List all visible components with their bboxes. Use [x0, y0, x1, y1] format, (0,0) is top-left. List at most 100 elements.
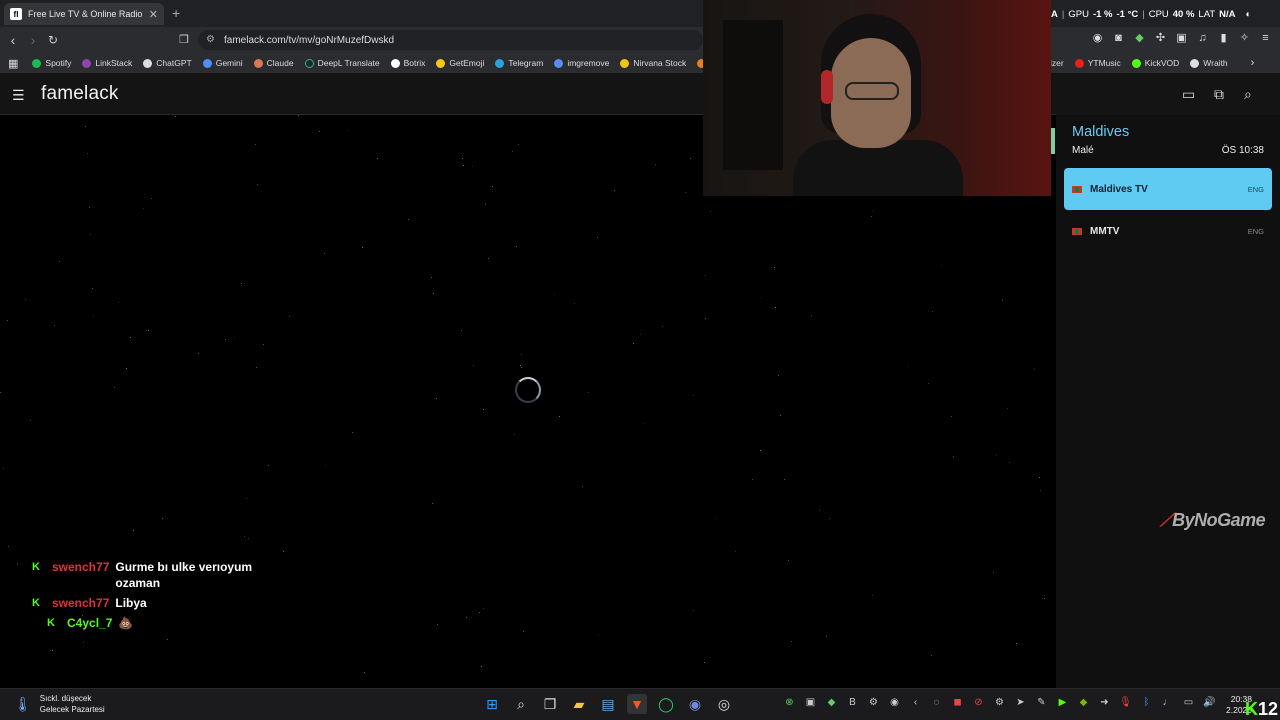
channel-item-maldives-tv[interactable]: Maldives TV ENG	[1064, 168, 1272, 210]
weather-line-2: Gelecek Pazartesi	[39, 705, 105, 714]
star	[492, 186, 493, 187]
tray-circle-icon[interactable]: ◌	[930, 697, 943, 708]
star	[92, 288, 93, 289]
music-icon[interactable]: ♫	[1196, 32, 1209, 45]
profile-icon[interactable]: ◐	[1246, 9, 1252, 20]
network-icon[interactable]: ▭	[1182, 697, 1195, 708]
tab-search-icon[interactable]: ▣	[1175, 32, 1188, 45]
star	[710, 211, 711, 212]
star	[364, 672, 365, 673]
forward-arrow-icon[interactable]: ›	[24, 31, 42, 49]
bookmark-item[interactable]: ChatGPT	[143, 58, 192, 68]
steam-icon[interactable]: ⚙	[993, 697, 1006, 708]
menu-icon[interactable]: ≡	[1259, 32, 1272, 45]
browser-tab[interactable]: fl Free Live TV & Online Radio ✕	[4, 3, 164, 25]
star	[461, 330, 462, 331]
headphones	[821, 70, 833, 104]
telegram-tray-icon[interactable]: ➤	[1014, 697, 1027, 708]
leaf-extension-icon[interactable]: ◆	[1133, 32, 1146, 45]
site-info-icon[interactable]: ⚙	[206, 34, 215, 45]
bookmark-item[interactable]: Telegram	[495, 58, 543, 68]
close-tab-icon[interactable]: ✕	[149, 8, 158, 21]
bookmark-item[interactable]: Spotify	[32, 58, 71, 68]
star	[559, 416, 560, 417]
star	[319, 131, 320, 132]
bookmark-item[interactable]: Nirvana Stock	[620, 58, 686, 68]
store-icon[interactable]: ▤	[598, 694, 618, 714]
bookmark-item[interactable]: imgremove	[554, 58, 609, 68]
leaf-icon[interactable]: ◆	[825, 697, 838, 708]
tray-app-icon[interactable]: ▣	[804, 697, 817, 708]
star	[263, 344, 264, 345]
star	[433, 293, 434, 294]
star	[481, 666, 482, 667]
bookmark-item[interactable]: Gemini	[202, 58, 243, 68]
bookmark-item[interactable]: YTMusic	[1074, 58, 1121, 68]
mic-icon[interactable]: ♩	[1161, 697, 1174, 708]
webcam-background-shelf	[723, 20, 783, 170]
sidebar-icon[interactable]: ▮	[1217, 32, 1230, 45]
camera-icon[interactable]: ◙	[1112, 32, 1125, 45]
hamburger-menu-icon[interactable]: ☰	[12, 87, 25, 104]
channel-item-mmtv[interactable]: MMTV ENG	[1064, 210, 1272, 252]
task-view-icon[interactable]: ❐	[540, 694, 560, 714]
search-icon[interactable]: ⌕	[1244, 86, 1252, 103]
bookmark-item[interactable]: Claude	[253, 58, 294, 68]
pen-icon[interactable]: ✎	[1035, 697, 1048, 708]
new-tab-button[interactable]: +	[172, 5, 180, 21]
tray-expand-icon[interactable]: ➜	[1098, 697, 1111, 708]
star	[268, 465, 269, 466]
start-icon[interactable]: ⊞	[482, 694, 502, 714]
star	[704, 662, 705, 663]
star	[432, 503, 433, 504]
leo-ai-icon[interactable]: ✧	[1238, 32, 1251, 45]
microphone-icon[interactable]: 🎙	[1119, 697, 1132, 708]
discord-tray-icon[interactable]: ◉	[888, 697, 901, 708]
tray-b-icon[interactable]: B	[846, 697, 859, 708]
bookmark-icon[interactable]: ❐	[175, 31, 193, 49]
search-icon[interactable]: ⌕	[511, 694, 531, 714]
star	[462, 158, 463, 159]
star	[325, 465, 326, 466]
star	[0, 392, 1, 393]
discord-icon[interactable]: ◉	[685, 694, 705, 714]
bookmark-item[interactable]: izer	[1050, 58, 1064, 68]
tray-gear-icon[interactable]: ⚙	[867, 697, 880, 708]
play-icon[interactable]: ▶	[1056, 697, 1069, 708]
bluetooth-icon[interactable]: ᛒ	[1140, 697, 1153, 708]
bookmark-item[interactable]: GetEmoji	[436, 58, 484, 68]
star	[574, 303, 575, 304]
back-arrow-icon[interactable]: ‹	[4, 31, 22, 49]
volume-icon[interactable]: 🔊	[1203, 697, 1216, 708]
famelack-logo[interactable]: famelack	[41, 83, 119, 105]
bookmark-item[interactable]: DeepL Translate	[304, 58, 380, 68]
bookmark-item[interactable]: LinkStack	[82, 58, 132, 68]
reload-icon[interactable]: ↻	[44, 31, 62, 49]
bookmark-item[interactable]: KickVOD	[1131, 58, 1179, 68]
channel-name: MMTV	[1090, 225, 1120, 237]
nvidia-icon[interactable]: ◆	[1077, 697, 1090, 708]
address-bar[interactable]: ⚙ famelack.com/tv/mv/goNrMuzefDwskd	[198, 30, 703, 50]
tray-red-icon[interactable]: ◼	[951, 697, 964, 708]
devices-icon[interactable]: ⧉	[1214, 86, 1224, 103]
star	[118, 302, 119, 303]
weather-widget[interactable]: 🌡 Sıckl. düşecek Gelecek Pazartesi	[14, 693, 105, 715]
kickvod-icon	[1131, 58, 1141, 68]
brave-shield-icon[interactable]: ◉	[1091, 32, 1104, 45]
bookmark-item[interactable]: Botrix	[390, 58, 425, 68]
bookmarks-overflow-icon[interactable]: ›	[1251, 57, 1255, 69]
whatsapp-icon[interactable]: ◯	[656, 694, 676, 714]
star	[225, 339, 226, 340]
tv-icon[interactable]: ▭	[1182, 86, 1195, 103]
star	[811, 315, 812, 316]
brave-icon[interactable]: ▼	[627, 694, 647, 714]
star	[655, 164, 656, 165]
bookmark-item[interactable]: Wraith	[1190, 58, 1228, 68]
puzzle-icon[interactable]: ✣	[1154, 32, 1167, 45]
obs-icon[interactable]: ◎	[714, 694, 734, 714]
file-explorer-icon[interactable]: ▰	[569, 694, 589, 714]
apps-grid-icon[interactable]: ▦	[8, 57, 18, 70]
xbox-icon[interactable]: ⊗	[783, 697, 796, 708]
tray-arrow-icon[interactable]: ‹	[909, 697, 922, 708]
tray-stop-icon[interactable]: ⊘	[972, 697, 985, 708]
